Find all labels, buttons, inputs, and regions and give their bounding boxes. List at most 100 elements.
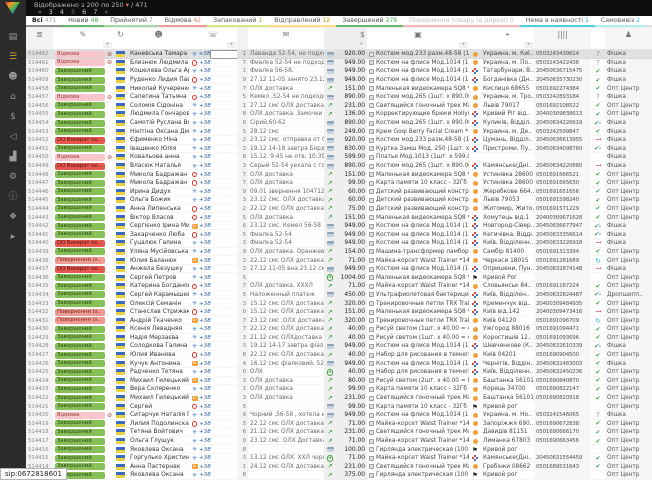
table-row[interactable]: 514461 Відмова⊘ Близнюк Людмила .. +38 7…	[26, 59, 652, 68]
status-badge[interactable]: Завершений⊘	[53, 377, 113, 386]
status-badge[interactable]: Відмова⊘	[53, 93, 113, 102]
client-name[interactable]: Ольга Божик	[128, 196, 189, 205]
phone-cell[interactable]: +38	[189, 282, 237, 291]
comment-column-header[interactable]: ✉	[248, 28, 324, 49]
tracking-number[interactable]: 0501691651656	[534, 188, 591, 197]
payment-column-header[interactable]	[324, 28, 336, 49]
phone-cell[interactable]: +38	[189, 334, 237, 343]
tracking-number[interactable]: 0501690666170	[534, 428, 591, 437]
tracking-number[interactable]	[534, 402, 591, 411]
tracking-number[interactable]: 0503241546065	[534, 411, 591, 420]
client-name[interactable]: Близнюк Людмила ..	[128, 59, 189, 68]
tracking-number[interactable]: 0503243439614	[534, 50, 591, 59]
client-name[interactable]: Людмила Гончарова	[128, 110, 189, 119]
status-badge[interactable]: Відмова⊘	[53, 153, 113, 162]
table-row[interactable]: 514443 Завершений⊘ Віктор Власов +38 5 О…	[26, 213, 652, 222]
table-row[interactable]: 514448 Завершений⊘ Микола Бадражан +38 7…	[26, 170, 652, 179]
phone-cell[interactable]: +38	[189, 325, 237, 334]
status-badge[interactable]: Повернення (з..⊘	[53, 256, 113, 265]
client-column-header[interactable]: ☻	[128, 28, 189, 49]
status-badge[interactable]: Завершений⊘	[53, 291, 113, 300]
stats-icon[interactable]: ▟	[0, 147, 26, 167]
table-row[interactable]: 514456 Завершений⊘ Соломія Сідоніна +38 …	[26, 102, 652, 111]
phone-cell[interactable]: +38	[189, 394, 237, 403]
status-badge[interactable]: Завершений⊘	[53, 127, 113, 136]
phone-cell[interactable]: +38	[189, 471, 237, 480]
phone-cell[interactable]: +38	[189, 411, 237, 420]
tracking-number[interactable]: 0501692108522	[534, 102, 591, 111]
table-row[interactable]: 514424 Завершений⊘ Михаил Гилецький +38 …	[26, 377, 652, 386]
tracking-number[interactable]: 20450631554459	[534, 454, 591, 463]
phone-cell[interactable]: +38	[189, 59, 237, 68]
phone-cell[interactable]: +38	[189, 119, 237, 128]
tracking-number[interactable]: 0501691096709	[534, 316, 591, 325]
app-logo[interactable]	[5, 2, 20, 14]
client-name[interactable]: Лилия Подолинская	[128, 420, 189, 429]
client-name[interactable]: Катерина Богданова	[128, 282, 189, 291]
page-4-button[interactable]: 4	[60, 8, 64, 16]
table-row[interactable]: 514423 Завершений⊘ Вера Скляренко +38 1 …	[26, 385, 652, 394]
table-row[interactable]: 514425 Завершений⊘ Радченко Тетяна +38 0…	[26, 368, 652, 377]
tracking-number[interactable]: 20450633356614	[534, 230, 591, 239]
tracking-number[interactable]: 20450633226918	[534, 239, 591, 248]
tracking-number[interactable]	[534, 471, 591, 480]
phone-cell[interactable]: +38	[189, 222, 237, 231]
status-badge[interactable]: DO Возврат ок..⊘	[53, 162, 113, 171]
orders-icon[interactable]: ☰	[0, 47, 26, 67]
client-name[interactable]: Михаил Гилецький	[128, 394, 189, 403]
table-row[interactable]: 514449 DO Возврат ок..⊘ Власюк Наталья +…	[26, 162, 652, 171]
page-5-button[interactable]: 5	[71, 8, 75, 16]
table-row[interactable]: 514446 Завершений⊘ Ирина Дидух +38 9 09.…	[26, 188, 652, 197]
clients-icon[interactable]: ☻	[0, 67, 26, 87]
first-page-button[interactable]: «	[38, 9, 42, 16]
table-row[interactable]: 514445 Завершений⊘ Ольга Божик +38 3 23.…	[26, 196, 652, 205]
table-row[interactable]: 514415 Завершений⊘ Горгулько Христина.. …	[26, 454, 652, 463]
id-column-header[interactable]: ≣	[26, 28, 53, 49]
page-6-button[interactable]: 6	[82, 8, 86, 16]
tracking-number[interactable]: 20450634220880	[534, 162, 591, 171]
phone-cell[interactable]: +38	[189, 308, 237, 317]
phone-cell[interactable]: +38	[189, 454, 237, 463]
tracking-number[interactable]: 0501690820918	[534, 394, 591, 403]
client-name[interactable]: Вера Скляренко	[128, 385, 189, 394]
tracking-number[interactable]: 20450634226619	[534, 119, 591, 128]
tracking-number[interactable]: 0501690672838	[534, 420, 591, 429]
status-badge[interactable]: Завершений⊘	[53, 196, 113, 205]
tab-Нема в наявності[interactable]: Нема в наявності1	[520, 16, 595, 27]
status-badge[interactable]: Завершений⊘	[53, 110, 113, 119]
table-row[interactable]: 514420 Відмова⊘ Ситарчук Наталія Гр.. +3…	[26, 411, 652, 420]
tracking-number[interactable]: 0503243422436	[534, 59, 591, 68]
client-name[interactable]: Сергієнко Ірина Ми..	[128, 222, 189, 231]
tracking-number[interactable]: 0501690840870	[534, 377, 591, 386]
tab-Відправлений[interactable]: Відправлений12	[268, 16, 336, 27]
phone-cell[interactable]: +38	[189, 230, 237, 239]
status-badge[interactable]: Завершений⊘	[53, 437, 113, 446]
tracking-number[interactable]: 20450636613955	[534, 136, 591, 145]
tracking-number[interactable]: 20400309473416	[534, 308, 591, 317]
tab-Самовивіз[interactable]: Самовивіз2	[595, 16, 646, 27]
client-name[interactable]: Андрій Ткаченко	[128, 316, 189, 325]
status-badge[interactable]: Завершений⊘	[53, 402, 113, 411]
tab-Запакований[interactable]: Запакований1	[207, 16, 268, 27]
client-name[interactable]: Сергей Карамышев	[128, 291, 189, 300]
client-name[interactable]: Горгулько Христина..	[128, 454, 189, 463]
tracking-number[interactable]: 0501691094471	[534, 325, 591, 334]
table-row[interactable]: 514429 Завершений⊘ Надія Мерзаєва +38 3 …	[26, 334, 652, 343]
client-name[interactable]: Іващенко Юлія	[128, 145, 189, 154]
table-row[interactable]: 514458 Завершений⊘ Николай Кучеренко +38…	[26, 84, 652, 93]
page-size-caret-icon[interactable]: ▾	[126, 1, 129, 9]
client-name[interactable]: Микола Бадражан	[128, 179, 189, 188]
table-row[interactable]: 514455 Завершений⊘ Людмила Гончарова +38…	[26, 110, 652, 119]
page-7-button[interactable]: 7	[93, 8, 97, 16]
table-row[interactable]: 514457 Відмова⊘ Сапегина Татьяна С.. +38…	[26, 93, 652, 102]
table-row[interactable]: 514441 Завершений⊘ Захарченко Люба +38 5…	[26, 230, 652, 239]
client-name[interactable]: Руденко Лидия Пав..	[128, 76, 189, 85]
status-badge[interactable]: Завершений⊘	[53, 282, 113, 291]
phone-cell[interactable]: +38	[189, 93, 237, 102]
table-row[interactable]: 514418 Завершений⊘ Тетяна Войтович +38 6…	[26, 428, 652, 437]
status-badge[interactable]: Завершений⊘	[53, 454, 113, 463]
client-name[interactable]: Михаил Гилецький	[128, 377, 189, 386]
settings-icon[interactable]: ⚙	[0, 167, 26, 187]
carrier-column-header[interactable]	[469, 28, 481, 49]
table-row[interactable]: 514439 Завершений⊘ Уляна Мусійовська +38…	[26, 248, 652, 257]
